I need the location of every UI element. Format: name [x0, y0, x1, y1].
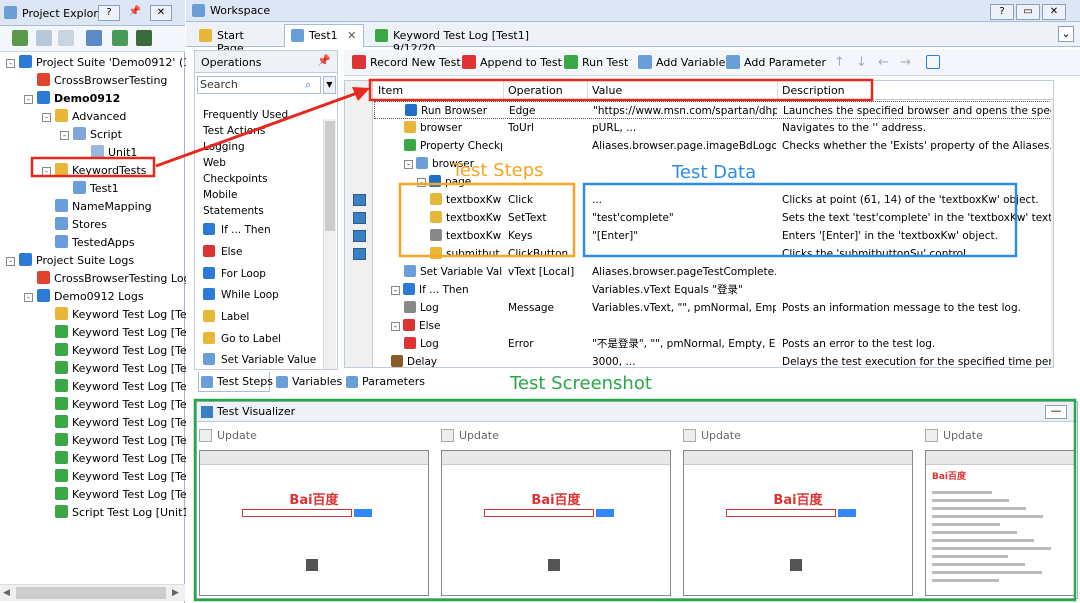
test-screenshot-box — [193, 398, 1077, 602]
annotation-arrow — [155, 90, 361, 168]
keywordtests-highlight — [30, 156, 156, 178]
test-screenshot-annotation: Test Screenshot — [510, 373, 652, 394]
columns-highlight — [368, 78, 874, 102]
test-steps-annotation: Test Steps — [452, 160, 544, 181]
test-steps-box — [398, 182, 576, 258]
annotation-overlay — [30, 78, 1077, 602]
test-data-box — [582, 182, 1018, 258]
test-data-annotation: Test Data — [672, 162, 757, 183]
